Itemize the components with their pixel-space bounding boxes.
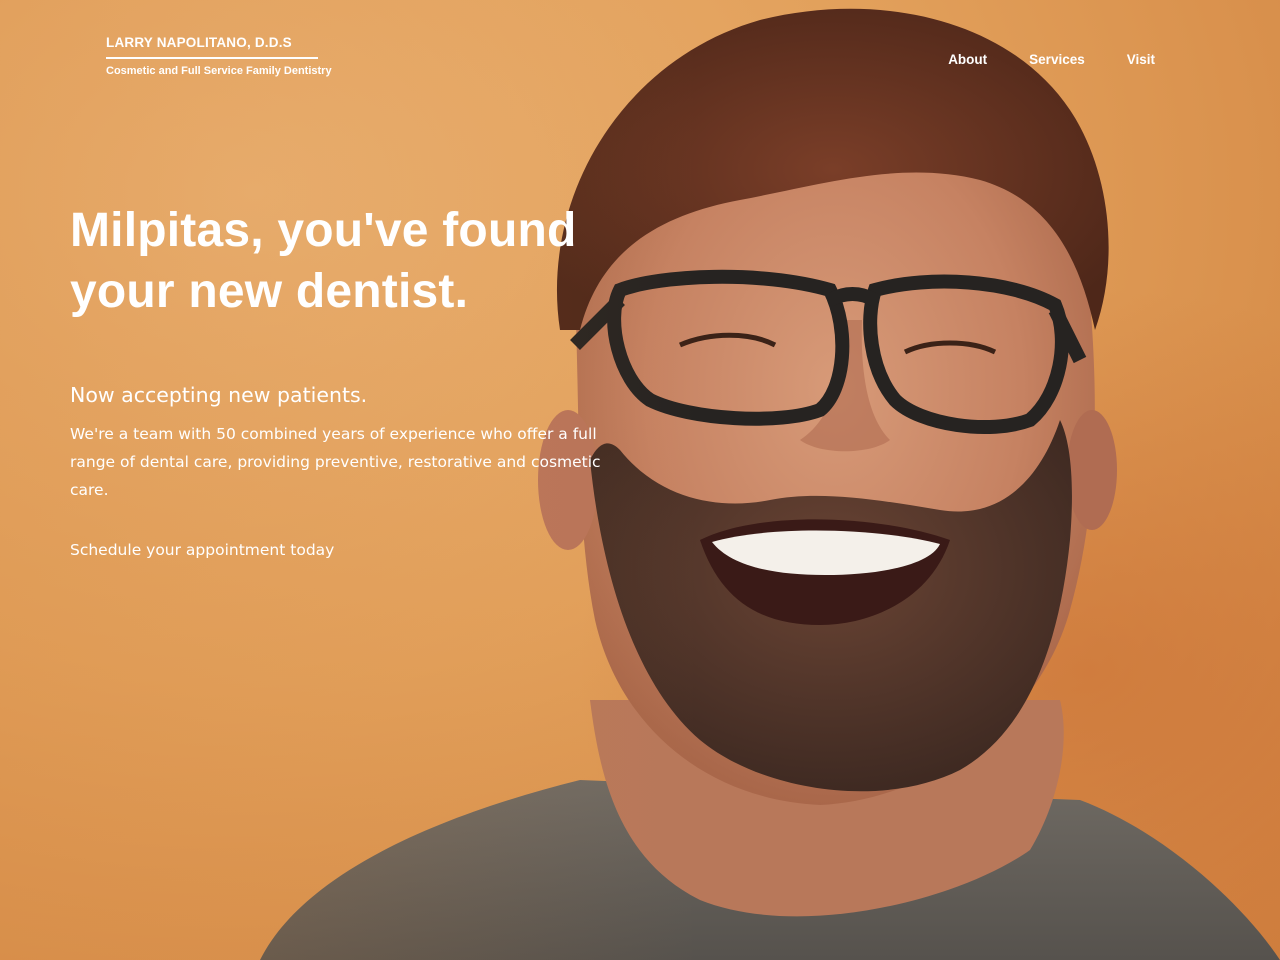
brand-divider: [106, 57, 318, 59]
main-nav: About Services Visit: [948, 51, 1155, 69]
hero-content: Milpitas, you've found your new dentist.…: [70, 200, 630, 561]
nav-services-link[interactable]: Services: [1029, 51, 1085, 69]
hero-title: Milpitas, you've found your new dentist.: [70, 200, 630, 322]
brand-name[interactable]: LARRY NAPOLITANO, D.D.S: [106, 34, 366, 52]
hero-title-line2: your new dentist.: [70, 265, 469, 318]
brand-tagline: Cosmetic and Full Service Family Dentist…: [106, 65, 332, 77]
hero-title-line1: Milpitas, you've found: [70, 204, 577, 257]
nav-about-link[interactable]: About: [948, 51, 987, 69]
hero-subtitle: Now accepting new patients.: [70, 383, 368, 407]
brand-logo[interactable]: LARRY NAPOLITANO, D.D.S Cosmetic and Ful…: [106, 34, 366, 78]
schedule-appointment-link[interactable]: Schedule your appointment today: [70, 539, 334, 561]
nav-visit-link[interactable]: Visit: [1127, 51, 1155, 69]
hero-body: We're a team with 50 combined years of e…: [70, 425, 601, 499]
